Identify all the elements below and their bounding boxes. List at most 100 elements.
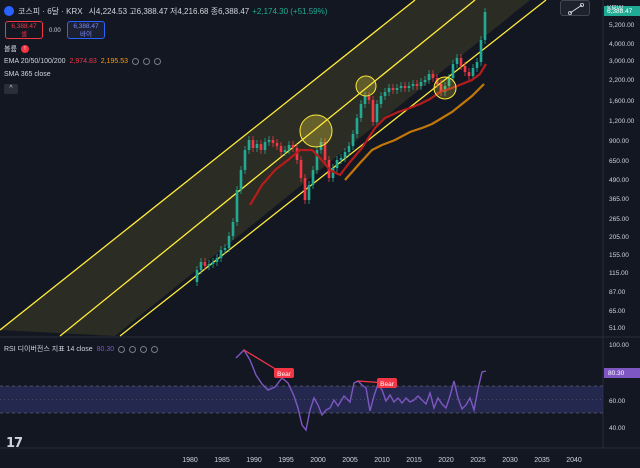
price-axis-label: 87.00 [609, 289, 626, 296]
candle-body [207, 264, 211, 266]
candle-body [291, 145, 295, 148]
rsi-delete-icon[interactable] [140, 345, 148, 353]
drawing-tool-button[interactable] [560, 0, 590, 16]
rsi-settings-icon[interactable] [129, 345, 137, 353]
candle-body [227, 236, 231, 248]
candle-body [307, 185, 311, 200]
candle-body [215, 258, 219, 262]
volume-alert-icon[interactable]: ! [20, 45, 29, 53]
price-axis-label: 490.00 [609, 177, 629, 184]
time-axis-label: 2000 [310, 457, 326, 464]
candle-body [351, 134, 355, 146]
candle-body [199, 262, 203, 270]
candle-body [271, 140, 275, 143]
time-axis[interactable]: 1980 1985 1990 1995 2000 2005 2010 2015 2020 2025… [182, 457, 582, 464]
bear-label-1[interactable]: Bear [277, 371, 292, 378]
symbol-row[interactable]: 코스피 · 6달 · KRX 시4,224.53 고6,388.47 저4,21… [4, 3, 327, 19]
candle-body [339, 158, 343, 160]
collapse-legend-button[interactable]: ^ [4, 84, 18, 94]
time-axis-label: 2030 [502, 457, 518, 464]
sell-button[interactable]: 6,388.47 셀 [5, 21, 43, 39]
candle-body [203, 262, 207, 266]
candle-body [231, 222, 235, 236]
time-axis-label: 2035 [534, 457, 550, 464]
buy-button[interactable]: 6,388.47 바이 [67, 21, 105, 39]
time-axis-label: 2005 [342, 457, 358, 464]
change-value: +2,174.30 (+51.59%) [252, 6, 328, 16]
ema-label: EMA 20/50/100/200 [4, 58, 66, 65]
sell-price: 6,388.47 [11, 23, 37, 30]
price-axis-label: 265.00 [609, 216, 629, 223]
candle-body [283, 150, 287, 152]
delete-icon[interactable] [154, 58, 161, 65]
candle-body [347, 146, 351, 152]
time-axis-label: 2010 [374, 457, 390, 464]
candle-body [223, 248, 227, 250]
candle-body [211, 262, 215, 264]
rsi-more-icon[interactable] [151, 345, 159, 353]
volume-label: 볼륨 [4, 46, 17, 53]
candle-body [255, 144, 259, 148]
rsi-label: RSI 디이버전스 지표 14 close [4, 346, 93, 353]
price-axis-label: 65.00 [609, 308, 626, 315]
candle-body [371, 100, 375, 122]
rsi-axis[interactable]: 100.0080.0060.0040.0080.30 [604, 342, 640, 432]
price-axis-label: 51.00 [609, 325, 626, 332]
currency-label[interactable]: KRW [607, 5, 623, 12]
legend-header: 코스피 · 6달 · KRX 시4,224.53 고6,388.47 저4,21… [0, 0, 640, 100]
buy-price: 6,388.47 [73, 23, 99, 30]
time-axis-label: 1990 [246, 457, 262, 464]
rsi-legend[interactable]: RSI 디이버전스 지표 14 close 80.30 [4, 344, 159, 354]
visibility-icon[interactable] [132, 58, 139, 65]
candle-body [311, 170, 315, 185]
candle-body [287, 145, 291, 150]
candle-body [279, 146, 283, 152]
candle-body [267, 140, 271, 142]
candle-body [259, 144, 263, 150]
price-axis-label: 155.00 [609, 252, 629, 259]
spread-value: 0.00 [49, 28, 61, 34]
price-axis-label: 205.00 [609, 234, 629, 241]
ema-value-1: 2,974.83 [69, 58, 97, 65]
candle-body [343, 152, 347, 158]
candle-body [235, 190, 239, 222]
ema-legend[interactable]: EMA 20/50/100/200 2,974.83 2,195.53 [4, 58, 161, 65]
time-axis-label: 1995 [278, 457, 294, 464]
candle-body [275, 143, 279, 146]
candle-body [219, 250, 223, 258]
price-axis-label: 365.00 [609, 196, 629, 203]
candle-body [247, 140, 251, 150]
tradingview-logo-icon[interactable]: 17 [6, 436, 23, 451]
candle-body [251, 140, 255, 148]
rsi-axis-label: 40.00 [609, 425, 626, 432]
rsi-visibility-icon[interactable] [118, 345, 126, 353]
rsi-value: 80.30 [96, 345, 115, 353]
price-axis-label: 115.00 [609, 270, 629, 277]
time-axis-label: 1980 [182, 457, 198, 464]
rsi-axis-label: 100.00 [609, 342, 629, 349]
buy-label: 바이 [80, 31, 92, 38]
bear-label-2[interactable]: Bear [380, 381, 395, 388]
chart-root: Bear Bear 5,200.00 4,000.00 3,000.00 2,200.… [0, 0, 640, 468]
sma-label: SMA 365 close [4, 71, 51, 78]
sell-label: 셀 [21, 31, 27, 38]
volume-legend[interactable]: 볼륨 ! [4, 44, 29, 54]
price-axis-label: 900.00 [609, 138, 629, 145]
candle-body [243, 150, 247, 170]
settings-icon[interactable] [143, 58, 150, 65]
time-axis-label: 2040 [566, 457, 582, 464]
highlight-circle-2000[interactable] [299, 114, 333, 148]
drawing-tool-icon [568, 3, 584, 15]
time-axis-label: 2020 [438, 457, 454, 464]
rsi-axis-label: 60.00 [609, 398, 626, 405]
ema-value-2: 2,195.53 [100, 58, 128, 65]
candle-body [303, 178, 307, 200]
candle-body [263, 142, 267, 150]
price-axis-label: 1,200.00 [609, 118, 635, 125]
candle-body [239, 170, 243, 190]
time-axis-label: 2015 [406, 457, 422, 464]
rsi-value-tag-text: 80.30 [608, 370, 625, 377]
sma-legend[interactable]: SMA 365 close [4, 71, 51, 78]
symbol-title[interactable]: 코스피 · 6달 · KRX [18, 6, 83, 17]
candle-body [335, 160, 339, 168]
